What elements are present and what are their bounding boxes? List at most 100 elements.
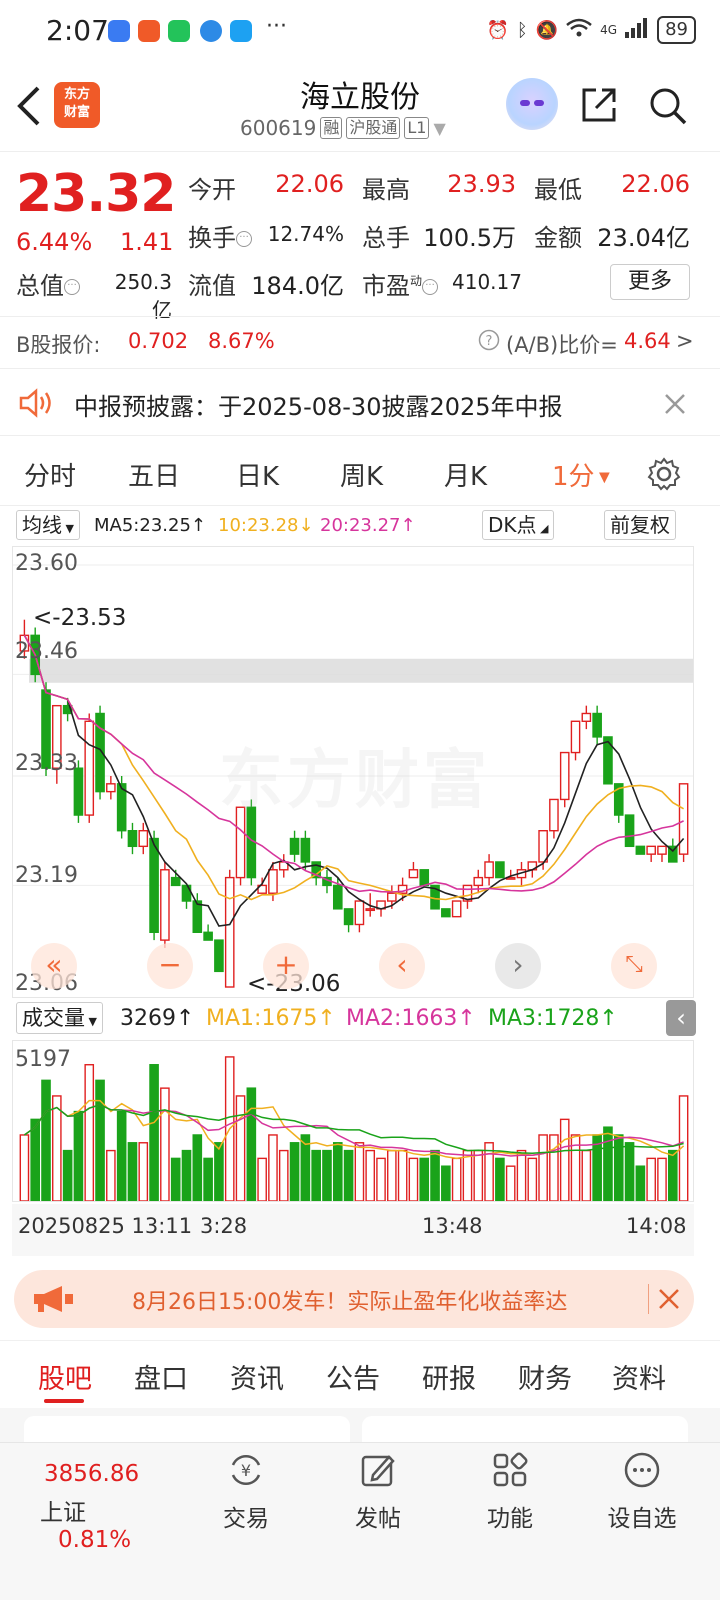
volume-svg [19, 1056, 689, 1201]
info-icon[interactable]: ··· [236, 231, 252, 247]
volume-bar [516, 1149, 527, 1201]
help-icon[interactable]: ? [478, 329, 500, 356]
volume-bar [408, 1157, 419, 1201]
tab-timeshare[interactable]: 分时 [24, 456, 76, 493]
candle-body [592, 712, 602, 738]
ma-legend: 均线 ▼ MA5:23.25↑ 10:23.28↓ 20:23.27↑ DK点 … [0, 508, 720, 546]
change-amount: 1.41 [120, 228, 174, 256]
zoom-in-button[interactable]: + [263, 943, 309, 989]
tab-forum[interactable]: 股吧 [38, 1357, 92, 1396]
card[interactable] [24, 1416, 350, 1442]
notice-banner[interactable]: 中报预披露：于2025-08-30披露2025年中报 [0, 368, 720, 436]
scroll-left-fast-button[interactable]: « [31, 943, 77, 989]
browser-icon [200, 20, 222, 42]
float-cap-value: 184.0亿 [251, 272, 344, 300]
x-tick-label: 3:28 [200, 1214, 248, 1238]
scroll-right-button[interactable]: › [495, 943, 541, 989]
volume-bar [289, 1142, 300, 1201]
max-price-annotation: <-23.53 [33, 605, 127, 631]
tab-profile[interactable]: 资料 [612, 1357, 666, 1396]
b-share-row[interactable]: B股报价: 0.702 8.67% ? (A/B)比价= 4.64 > [0, 316, 720, 366]
more-button[interactable]: 更多 [610, 264, 690, 300]
pe-label: 市盈动 ··· [362, 266, 439, 301]
fullscreen-icon[interactable]: ⤡ [611, 943, 657, 989]
clock: 2:07 [46, 14, 109, 47]
indicator-selector[interactable]: 均线 ▼ [16, 510, 80, 540]
kline-chart[interactable]: 23.60 23.46 23.33 23.19 23.06 <-23.53 <-… [12, 546, 694, 998]
high-value: 23.93 [447, 170, 516, 198]
ab-ratio-label: (A/B)比价= [506, 333, 618, 357]
collapse-panel-button[interactable]: ‹ [666, 1000, 696, 1036]
close-icon[interactable] [658, 1288, 680, 1310]
search-icon[interactable] [648, 86, 688, 126]
turnover-label: 换手 ··· [188, 218, 252, 253]
tab-monthly-k[interactable]: 月K [444, 456, 487, 493]
volume-bar [278, 1149, 289, 1201]
stock-code-row[interactable]: 600619 融 沪股通 L1 ▼ [240, 116, 446, 140]
volume-selector[interactable]: 成交量 ▼ [16, 1002, 103, 1034]
tab-news[interactable]: 资讯 [230, 1357, 284, 1396]
b-share-label: B股报价: [16, 333, 101, 357]
ai-assistant-avatar[interactable] [506, 78, 558, 130]
candle-body [441, 908, 451, 918]
share-icon[interactable] [580, 86, 618, 124]
settings-gear-icon[interactable] [646, 456, 682, 492]
card[interactable] [362, 1416, 688, 1442]
promo-text: 8月26日15:00发车！实际止盈年化收益率达 [132, 1290, 568, 1315]
candle-body [354, 900, 365, 926]
network-label: 4G [600, 23, 618, 37]
volume-bar [549, 1134, 559, 1201]
tab-announcements[interactable]: 公告 [326, 1357, 380, 1396]
tab-weekly-k[interactable]: 周K [340, 456, 383, 493]
period-tabs: 分时 五日 日K 周K 月K 1分 ▼ [0, 440, 720, 506]
adjust-button[interactable]: 前复权 [604, 510, 676, 540]
nav-post[interactable]: 发帖 [328, 1451, 428, 1533]
candle-body [224, 876, 235, 988]
volume-bar [559, 1118, 570, 1201]
promo-banner[interactable]: 8月26日15:00发车！实际止盈年化收益率达 [14, 1270, 694, 1328]
tab-research[interactable]: 研报 [422, 1357, 476, 1396]
index-quote[interactable]: 3856.86 上证 0.81% [40, 1461, 180, 1553]
low-label: 最低 [534, 176, 582, 204]
dk-point-button[interactable]: DK点 ◢ [482, 510, 555, 540]
nav-add-watchlist[interactable]: 设自选 [592, 1451, 692, 1533]
tab-five-day[interactable]: 五日 [128, 456, 180, 493]
volume-bar [473, 1149, 484, 1201]
volume-bar [149, 1064, 159, 1201]
close-icon[interactable] [664, 393, 686, 415]
x-tick-label: 13:48 [422, 1214, 483, 1238]
volume-bar [462, 1149, 473, 1201]
vol-ma3: MA3:1728↑ [488, 1006, 618, 1031]
edit-post-icon [361, 1455, 395, 1487]
divider [648, 1284, 649, 1314]
volume-chart[interactable]: 5197 [12, 1040, 694, 1202]
tab-order-book[interactable]: 盘口 [134, 1357, 188, 1396]
candle-body [203, 931, 213, 941]
bluetooth-icon: ᛒ [516, 19, 528, 41]
alarm-icon: ⏰ [486, 19, 509, 41]
megaphone-icon [34, 1286, 73, 1312]
nav-trade[interactable]: ¥ 交易 [196, 1451, 296, 1533]
svg-text:¥: ¥ [241, 1461, 251, 1480]
volume-bar [365, 1149, 376, 1201]
volume-bar [41, 1079, 51, 1201]
tab-finance[interactable]: 财务 [518, 1357, 572, 1396]
info-icon[interactable]: ··· [422, 279, 439, 295]
zoom-out-button[interactable]: − [147, 943, 193, 989]
card-row [0, 1408, 720, 1442]
y-tick-label: 23.33 [15, 751, 78, 776]
scroll-left-button[interactable]: ‹ [379, 943, 425, 989]
volume-bar [181, 1149, 192, 1201]
candle-body [192, 900, 203, 933]
volume-legend: 成交量 ▼ 3269↑ MA1:1675↑ MA2:1663↑ MA3:1728… [0, 998, 720, 1040]
info-icon[interactable]: ··· [64, 279, 80, 295]
y-tick-label: 23.46 [15, 639, 78, 664]
content-tabs: 股吧 盘口 资讯 公告 研报 财务 资料 [0, 1340, 720, 1406]
candle-body [657, 845, 667, 855]
amount-value: 23.04亿 [597, 224, 690, 252]
nav-functions[interactable]: 功能 [460, 1451, 560, 1533]
tab-daily-k[interactable]: 日K [236, 456, 279, 493]
volume-bar [387, 1149, 397, 1201]
tab-one-minute[interactable]: 1分 ▼ [552, 456, 610, 493]
last-price: 23.32 [16, 164, 176, 224]
